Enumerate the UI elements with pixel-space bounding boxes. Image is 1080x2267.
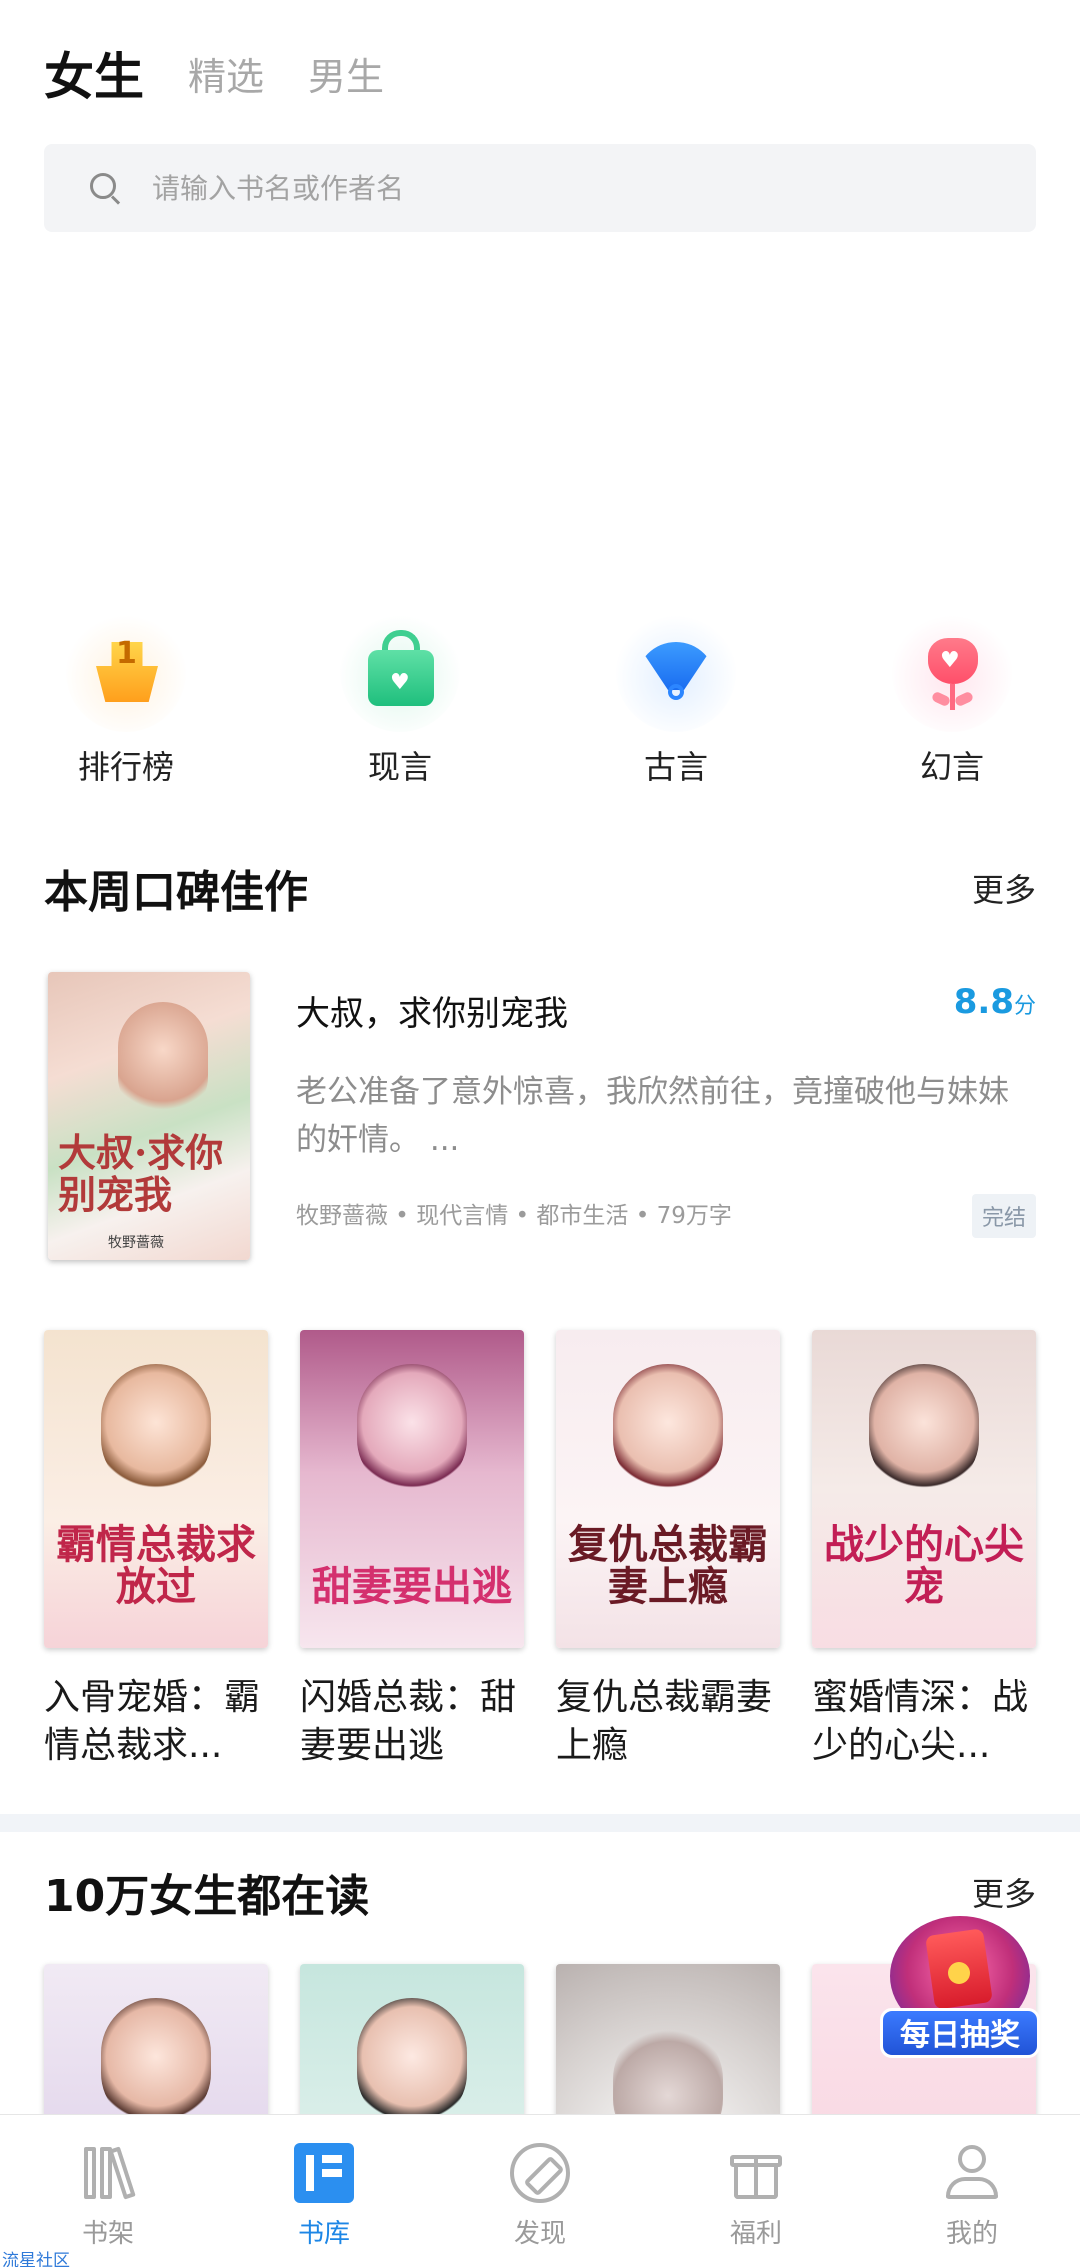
book-cover[interactable]: 复仇总裁霸妻上瘾 [556,1330,780,1648]
tab-male[interactable]: 男生 [308,58,384,110]
book-item[interactable]: 甜妻要出逃 闪婚总裁：甜妻要出逃 [300,1330,524,1770]
search-icon [88,171,122,205]
library-icon [294,2143,354,2203]
tab-library[interactable]: 书库 [216,2115,432,2267]
book-title[interactable]: 复仇总裁霸妻上瘾 [556,1674,780,1770]
book-description: 老公准备了意外惊喜，我欣然前往，竟撞破他与妹妹的奸情。 ... [296,1074,1009,1158]
book-score: 8.8分 [953,982,1036,1022]
book-title[interactable]: 入骨宠婚：霸情总裁求... [44,1674,268,1770]
category-label: 幻言 [919,748,984,786]
book-cover[interactable]: 霸情总裁求放过 [44,1330,268,1648]
book-title[interactable]: 大叔，求你别宠我 [296,986,568,1035]
ranking-trophy-icon: 1 [66,612,186,732]
bookshelf-icon [78,2143,138,2203]
status-badge: 完结 [971,1194,1036,1238]
tab-female[interactable]: 女生 [44,52,144,110]
tab-label: 我的 [945,2219,998,2249]
category-label: 古言 [643,748,708,786]
category-fantasy-romance[interactable]: ♥ 幻言 [862,612,1042,788]
tab-label: 书库 [297,2219,350,2249]
more-link[interactable]: 更多 [972,865,1036,911]
tab-label: 书架 [81,2219,134,2249]
banner-area[interactable] [44,250,1036,590]
community-link[interactable]: 流星社区 [2,2246,70,2267]
compass-icon [510,2143,570,2203]
section-weekly-header: 本周口碑佳作 更多 [44,856,1036,920]
tab-label: 福利 [729,2219,782,2249]
rose-flower-icon: ♥ [892,612,1012,732]
tab-welfare[interactable]: 福利 [648,2115,864,2267]
tab-label: 发现 [513,2219,566,2249]
tab-bookshelf[interactable]: 书架 [0,2115,216,2267]
profile-icon [942,2143,1002,2203]
category-modern-romance[interactable]: ♥ 现言 [310,612,490,788]
handbag-icon: ♥ [340,612,460,732]
category-ranking[interactable]: 1 排行榜 [36,612,216,788]
book-cover[interactable]: 甜妻要出逃 [300,1330,524,1648]
section-title: 本周口碑佳作 [44,867,308,918]
daily-lottery-button[interactable]: 每日抽奖 [880,1916,1040,2066]
folding-fan-icon [616,612,736,732]
gift-icon [726,2143,786,2203]
section-title: 10万女生都在读 [44,1871,370,1922]
book-item[interactable]: 战少的心尖宠 蜜婚情深：战少的心尖... [812,1330,1036,1770]
book-item[interactable]: 复仇总裁霸妻上瘾 复仇总裁霸妻上瘾 [556,1330,780,1770]
more-link[interactable]: 更多 [972,1869,1036,1915]
book-item[interactable]: 霸情总裁求放过 入骨宠婚：霸情总裁求... [44,1330,268,1770]
top-tabs: 女生 精选 男生 [44,30,384,110]
book-meta: 牧野蔷薇 • 现代言情 • 都市生活 • 79万字 [296,1203,732,1229]
tab-featured[interactable]: 精选 [188,58,264,110]
book-cover[interactable]: 战少的心尖宠 [812,1330,1036,1648]
search-bar[interactable] [44,144,1036,232]
lottery-label: 每日抽奖 [880,2008,1040,2058]
section-divider [0,1814,1080,1832]
category-label: 现言 [367,748,432,786]
book-cover[interactable]: 大叔·求你别宠我 牧野蔷薇 [48,972,250,1260]
book-title[interactable]: 闪婚总裁：甜妻要出逃 [300,1674,524,1770]
book-title[interactable]: 蜜婚情深：战少的心尖... [812,1674,1036,1770]
section-popular-header: 10万女生都在读 更多 [44,1860,1036,1924]
category-ancient-romance[interactable]: 古言 [586,612,766,788]
tab-profile[interactable]: 我的 [864,2115,1080,2267]
featured-book[interactable]: 大叔·求你别宠我 牧野蔷薇 大叔，求你别宠我 8.8分 老公准备了意外惊喜，我欣… [48,972,1036,1262]
bottom-tab-bar: 书架 书库 发现 福利 我的 [0,2114,1080,2267]
search-input[interactable] [152,171,952,205]
category-label: 排行榜 [77,748,174,786]
book-grid: 霸情总裁求放过 入骨宠婚：霸情总裁求... 甜妻要出逃 闪婚总裁：甜妻要出逃 复… [44,1330,1036,1770]
category-row: 1 排行榜 ♥ 现言 古言 ♥ 幻言 [0,612,1080,786]
tab-discover[interactable]: 发现 [432,2115,648,2267]
